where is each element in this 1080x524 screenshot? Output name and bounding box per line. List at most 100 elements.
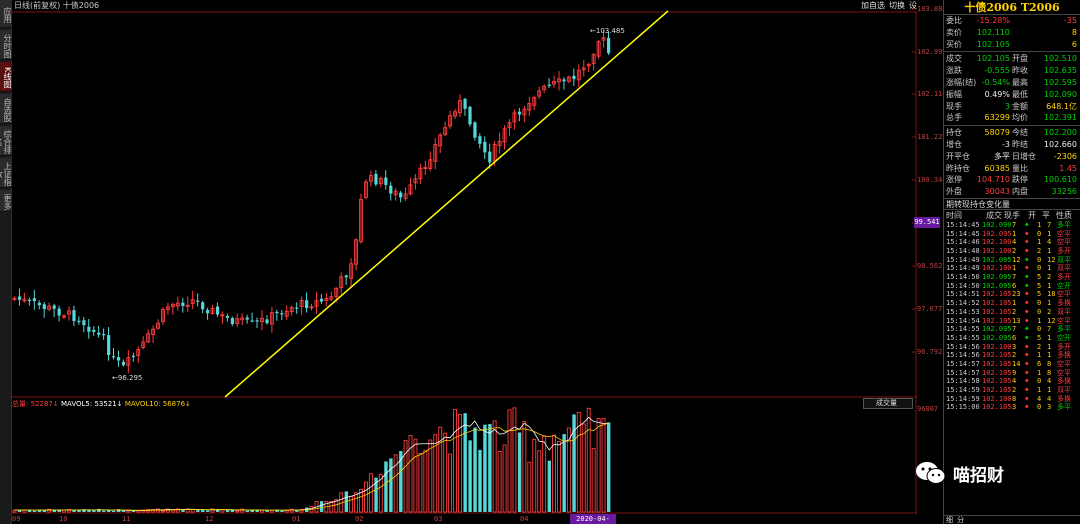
arrow-up-icon: ◆ bbox=[1025, 307, 1029, 315]
quote-value: 33256 bbox=[1051, 187, 1077, 197]
tick-col-header: 开 bbox=[1028, 210, 1036, 220]
panel-tab-2[interactable]: 分 bbox=[955, 516, 966, 524]
arrow-down-icon: ◆ bbox=[1025, 281, 1029, 289]
volume-total-label: 总量: 52287↓ bbox=[12, 400, 59, 408]
tick-row[interactable]: 15:14:56 102.100 3 2 1 多开 ◆ bbox=[944, 343, 1080, 352]
candle-body bbox=[389, 185, 393, 194]
panel-tab-1[interactable]: 细 bbox=[944, 516, 955, 524]
tick-time: 15:14:59 bbox=[946, 394, 980, 403]
tick-volume: 1 bbox=[1012, 299, 1017, 308]
tick-row[interactable]: 15:14:55 102.095 6 5 1 空开 ◆ bbox=[944, 334, 1080, 343]
tick-price: 102.095 bbox=[982, 273, 1012, 282]
left-tab-6[interactable]: 上证指数 bbox=[0, 158, 12, 188]
tick-open: 1 bbox=[1037, 368, 1042, 377]
tick-close: 1 bbox=[1047, 386, 1052, 395]
tick-price: 102.105 bbox=[982, 403, 1012, 412]
left-tab-5[interactable]: 综合排名 bbox=[0, 126, 12, 156]
tick-volume: 13 bbox=[1012, 316, 1021, 325]
quote-value: 1.45 bbox=[1059, 163, 1077, 173]
candle-body bbox=[517, 111, 522, 115]
tick-open: 5 bbox=[1037, 281, 1042, 290]
left-tab-1[interactable]: 应用 bbox=[0, 0, 12, 28]
tick-row[interactable]: 15:14:52 102.105 1 0 1 多换 ◆ bbox=[944, 299, 1080, 308]
candle-body bbox=[201, 302, 205, 310]
tick-price: 102.095 bbox=[982, 281, 1012, 290]
tick-row[interactable]: 15:14:49 102.100 1 0 1 双平 ◆ bbox=[944, 264, 1080, 273]
volume-bar bbox=[329, 501, 334, 513]
volume-bar bbox=[190, 509, 195, 513]
candle-body bbox=[42, 304, 46, 309]
quote-value: 102.510 bbox=[1043, 54, 1077, 64]
tick-row[interactable]: 15:14:59 102.105 2 1 1 双平 ◆ bbox=[944, 386, 1080, 395]
tick-row[interactable]: 15:14:48 102.100 2 2 1 多开 ◆ bbox=[944, 247, 1080, 256]
tick-row[interactable]: 15:14:54 102.105 13 1 12 空平 ◆ bbox=[944, 317, 1080, 326]
volume-indicator-dropdown[interactable]: 成交量 bbox=[863, 398, 913, 409]
tick-open: 4 bbox=[1037, 394, 1042, 403]
left-tab-2[interactable]: 分时图 bbox=[0, 30, 12, 60]
candle-body bbox=[107, 335, 111, 356]
quote-value: 60385 bbox=[984, 163, 1010, 173]
tick-open: 0 bbox=[1037, 307, 1042, 316]
candle-body bbox=[295, 307, 299, 309]
quote-label: 外盘 bbox=[946, 187, 962, 197]
arrow-up-icon: ◆ bbox=[1025, 264, 1029, 272]
tick-row[interactable]: 15:14:49 102.095 12 0 12 双平 ◆ bbox=[944, 256, 1080, 265]
candle-body bbox=[305, 300, 309, 309]
quote-label: 涨跌 bbox=[946, 66, 962, 76]
volume-bar bbox=[581, 423, 586, 513]
quote-label: 买价 bbox=[946, 39, 962, 49]
tick-row[interactable]: 15:14:53 102.105 2 0 2 双平 ◆ bbox=[944, 308, 1080, 317]
left-tab-4[interactable]: 自选股 bbox=[0, 94, 12, 124]
tick-row[interactable]: 15:14:55 102.095 7 0 7 多平 ◆ bbox=[944, 325, 1080, 334]
tick-col-header: 成交 bbox=[986, 210, 1002, 220]
quote-label: 今结 bbox=[1012, 128, 1028, 138]
tick-row[interactable]: 15:14:45 102.090 7 1 7 多平 ◆ bbox=[944, 221, 1080, 230]
mavol10-label: MAVOL10: 56876↓ bbox=[124, 400, 191, 408]
quote-value: 104.710 bbox=[976, 175, 1010, 185]
tick-open: 0 bbox=[1037, 299, 1042, 308]
tick-nature: 多开 bbox=[1057, 247, 1071, 256]
tick-open: 0 bbox=[1037, 229, 1042, 238]
tick-open: 0 bbox=[1037, 264, 1042, 273]
tick-open: 0 bbox=[1037, 255, 1042, 264]
quote-label: 内盘 bbox=[1012, 187, 1028, 197]
tick-close: 1 bbox=[1047, 229, 1052, 238]
tick-row[interactable]: 15:14:46 102.100 4 1 4 空平 ◆ bbox=[944, 238, 1080, 247]
tick-close: 8 bbox=[1047, 359, 1052, 368]
x-tick-label: 10 bbox=[59, 515, 68, 523]
volume-bar bbox=[596, 418, 601, 513]
kline-chart[interactable]: ←103.485 ←96.295 bbox=[12, 0, 917, 514]
candle-body bbox=[488, 151, 492, 163]
tick-time: 15:14:52 bbox=[946, 299, 980, 308]
volume-bar bbox=[473, 427, 477, 512]
tick-price: 102.095 bbox=[982, 229, 1012, 238]
volume-bar bbox=[586, 407, 591, 513]
tick-volume: 6 bbox=[1012, 333, 1017, 342]
volume-bar bbox=[354, 492, 358, 513]
tick-nature: 多换 bbox=[1057, 299, 1071, 308]
volume-bar bbox=[92, 510, 96, 512]
trend-line bbox=[224, 10, 669, 398]
tick-row[interactable]: 15:14:57 102.105 14 6 8 空平 ◆ bbox=[944, 360, 1080, 369]
quote-value: 102.200 bbox=[1043, 128, 1077, 138]
tick-time: 15:14:53 bbox=[946, 307, 980, 316]
volume-bar bbox=[517, 432, 522, 512]
tick-row[interactable]: 15:15:00 102.105 3 0 3 多平 ◆ bbox=[944, 403, 1080, 412]
x-tick-label: 01 bbox=[292, 515, 301, 523]
tick-list[interactable]: 15:14:45 102.090 7 1 7 多平 ◆ 15:14:45 102.095 1 0 1 空… bbox=[944, 221, 1080, 412]
left-tab-7[interactable]: 更多 bbox=[0, 190, 12, 212]
tick-row[interactable]: 15:14:58 102.105 4 0 4 多换 ◆ bbox=[944, 377, 1080, 386]
quote-panel: 十债2006 T2006 委比 -15.28% -35 卖价 102.110 8 买价 102… bbox=[943, 0, 1080, 524]
volume-bar bbox=[230, 509, 235, 512]
candle-body bbox=[344, 275, 348, 278]
tick-row[interactable]: 15:14:56 102.105 2 1 1 多换 ◆ bbox=[944, 351, 1080, 360]
candle-body bbox=[82, 320, 86, 326]
tick-row[interactable]: 15:14:51 102.105 23 5 18 空平 ◆ bbox=[944, 290, 1080, 299]
left-tab-3[interactable]: K线图 bbox=[0, 62, 12, 92]
tick-volume: 1 bbox=[1012, 229, 1017, 238]
tick-close: 18 bbox=[1047, 290, 1056, 299]
tick-volume: 2 bbox=[1012, 307, 1017, 316]
volume-bar bbox=[607, 422, 611, 512]
tick-price: 102.090 bbox=[982, 220, 1012, 229]
tick-row[interactable]: 15:14:50 102.095 7 5 2 多开 ◆ bbox=[944, 273, 1080, 282]
